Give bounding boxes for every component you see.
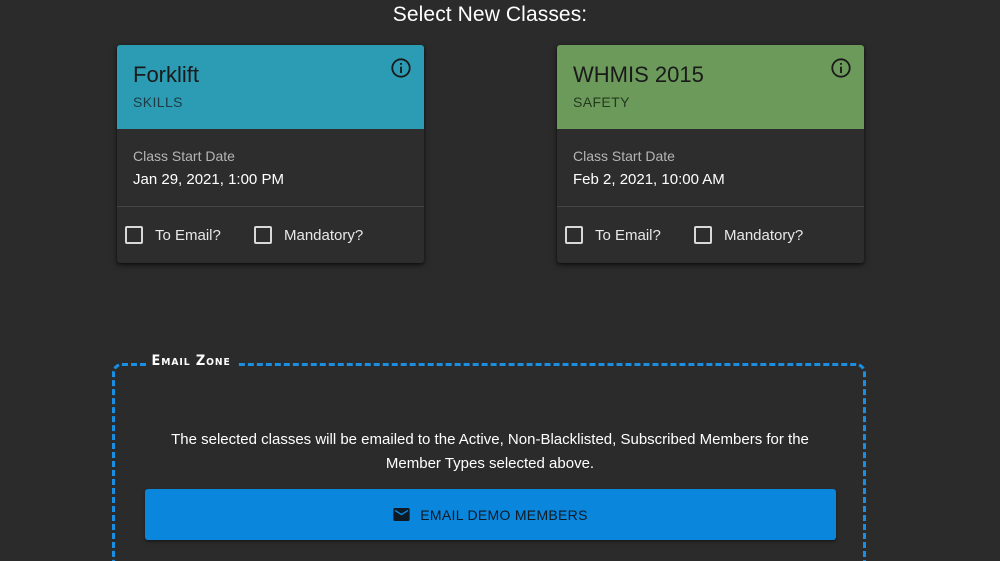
class-title: Forklift [133, 62, 199, 87]
class-start-date-value: Feb 2, 2021, 10:00 AM [573, 171, 725, 188]
class-card-header: WHMIS 2015 SAFETY [557, 45, 864, 129]
mandatory-checkbox[interactable]: Mandatory? [254, 226, 363, 244]
class-start-date-label: Class Start Date [573, 148, 675, 164]
info-circle-icon[interactable] [390, 57, 412, 79]
class-card-forklift: Forklift SKILLS Class Start Date Jan 29,… [117, 45, 424, 263]
info-circle-icon[interactable] [830, 57, 852, 79]
class-card-body: Class Start Date Feb 2, 2021, 10:00 AM [557, 129, 864, 207]
page-title: Select New Classes: [392, 3, 588, 26]
class-start-date-label: Class Start Date [133, 148, 235, 164]
to-email-label: To Email? [155, 226, 221, 244]
class-category: SKILLS [133, 94, 183, 110]
email-demo-members-button[interactable]: EMAIL DEMO MEMBERS [145, 489, 836, 540]
mandatory-label: Mandatory? [724, 226, 804, 244]
mail-icon [393, 508, 410, 521]
page: Select New Classes: Forklift SKILLS Clas… [0, 0, 1000, 561]
class-card-whmis: WHMIS 2015 SAFETY Class Start Date Feb 2… [557, 45, 864, 263]
to-email-label: To Email? [595, 226, 661, 244]
class-card-header: Forklift SKILLS [117, 45, 424, 129]
email-zone-description: The selected classes will be emailed to … [171, 431, 809, 472]
class-start-date-value: Jan 29, 2021, 1:00 PM [133, 171, 284, 188]
email-demo-members-label: EMAIL DEMO MEMBERS [420, 506, 588, 523]
class-card-body: Class Start Date Jan 29, 2021, 1:00 PM [117, 129, 424, 207]
class-card-actions: To Email? Mandatory? [117, 207, 424, 263]
mandatory-checkbox[interactable]: Mandatory? [694, 226, 803, 244]
to-email-checkbox[interactable]: To Email? [565, 226, 661, 244]
checkbox-box[interactable] [254, 226, 272, 244]
mandatory-label: Mandatory? [284, 226, 364, 244]
checkbox-box[interactable] [565, 226, 583, 244]
checkbox-box[interactable] [694, 226, 712, 244]
class-card-actions: To Email? Mandatory? [557, 207, 864, 263]
class-title: WHMIS 2015 [573, 62, 704, 87]
to-email-checkbox[interactable]: To Email? [125, 226, 221, 244]
class-category: SAFETY [573, 94, 630, 110]
email-zone-legend: Email Zone [146, 353, 237, 369]
checkbox-box[interactable] [125, 226, 143, 244]
